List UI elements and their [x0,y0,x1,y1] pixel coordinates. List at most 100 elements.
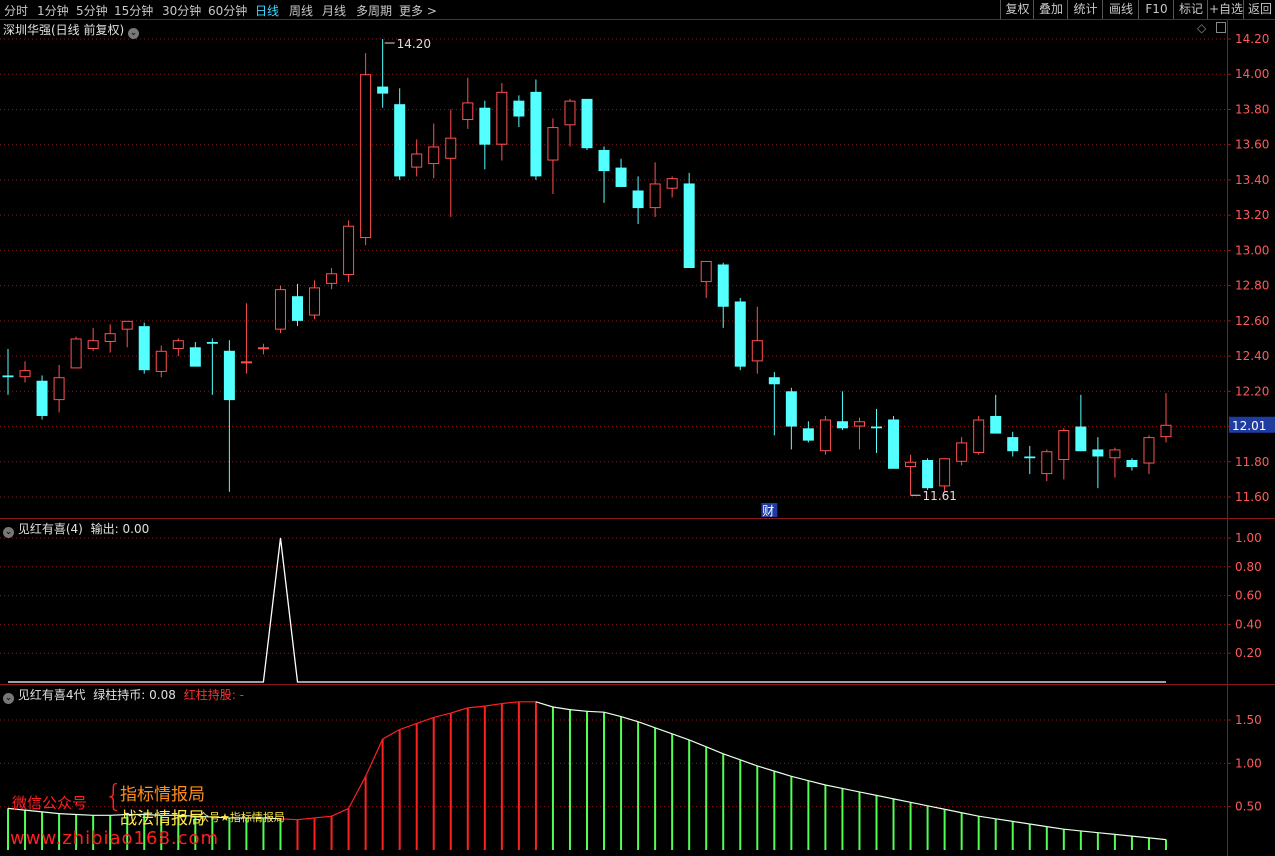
candle [734,297,746,371]
period-tab-5[interactable]: 60分钟 [208,2,247,19]
toolbar-button-2[interactable]: 统计 [1067,0,1103,19]
candle-body [888,419,900,469]
candle-body [871,426,882,429]
toolbar-button-5[interactable]: 标记 [1173,0,1208,19]
candle [462,77,474,129]
period-tab-4[interactable]: 30分钟 [162,2,201,19]
candle-body [564,100,576,126]
candle-body [411,153,423,168]
candle-body [479,107,491,145]
toolbar-button-6[interactable]: +自选 [1207,0,1244,19]
candle-body [785,391,797,427]
period-tab-7[interactable]: 周线 [289,2,313,19]
period-tab-6[interactable]: 日线 [255,2,279,19]
candle-body [360,74,372,239]
y-tick-label: 0.80 [1235,560,1262,574]
candle-body [905,461,917,468]
candle [530,79,542,180]
candle [990,394,1002,434]
candle [479,100,491,170]
toolbar-button-1[interactable]: 叠加 [1033,0,1068,19]
candle-body [1024,456,1036,459]
candle-body [70,338,82,369]
toolbar-button-4[interactable]: F10 [1138,0,1174,19]
candle-body [1143,437,1155,464]
candle-body [956,442,968,462]
candle [1126,458,1138,471]
candle-body [632,190,644,209]
candle [632,176,644,224]
y-tick-label: 1.00 [1235,531,1262,545]
ind2-line-segment [433,712,451,718]
dropdown-icon[interactable]: ⌄ [3,527,14,538]
toolbar-button-0[interactable]: 复权 [1000,0,1034,19]
candle-body [717,264,729,307]
ind2-line-segment [757,765,775,772]
ind2-line-segment [450,707,468,714]
dropdown-icon[interactable]: ⌄ [128,28,140,39]
period-tab-8[interactable]: 月线 [322,2,346,19]
period-tab-3[interactable]: 15分钟 [114,2,153,19]
y-tick-label: 13.20 [1235,208,1269,222]
diamond-icon[interactable]: ◇ [1197,21,1206,35]
candle-body [1058,430,1070,461]
event-marker: 财 [762,504,774,518]
y-tick-label: 13.60 [1235,138,1269,152]
candle [155,345,167,378]
candle-body [853,421,865,427]
candle [1109,447,1121,478]
candle-body [530,91,542,177]
ind2-line-segment [484,702,502,707]
candle [905,454,917,496]
window-icon[interactable] [1216,22,1227,33]
candle [751,306,763,374]
candle-body [206,341,218,344]
ind2-line-segment [876,794,894,800]
period-tab-2[interactable]: 5分钟 [76,2,108,19]
dropdown-icon[interactable]: ⌄ [3,693,14,704]
candle [1160,393,1172,443]
candle-body [138,326,150,371]
candle-body [836,421,848,429]
candle [360,53,372,246]
candle-body [462,102,474,121]
y-tick-label: 14.00 [1235,67,1269,81]
period-tab-0[interactable]: 分时 [4,2,28,19]
candle-body [36,380,48,416]
ind2-line-segment [399,722,417,731]
y-tick-label: 0.40 [1235,617,1262,631]
min-price-label: 11.61 [923,489,957,503]
ind2-line-segment [740,759,758,767]
ind2-line-segment [416,716,434,725]
candle-body [734,301,746,367]
candle [922,458,934,490]
candle [206,338,218,395]
y-tick-label: 12.20 [1235,384,1269,398]
candle [1143,435,1155,475]
watermark-name1: 指标情报局 [120,785,205,805]
candle [888,415,900,469]
watermark-wechat: 微信公众号 [12,794,88,812]
candle [581,98,593,150]
period-tab-10[interactable]: 更多 > [399,2,437,19]
toolbar-button-3[interactable]: 画线 [1102,0,1139,19]
ind2-line-segment [365,738,384,777]
ind2-green-label: 绿柱持币: [93,688,146,702]
period-tab-9[interactable]: 多周期 [356,2,392,19]
period-toolbar: 分时 1分钟 5分钟 15分钟 30分钟 60分钟 日线 周线 月线 多周期 更多 > 复权 叠加 统计画… [0,0,1275,20]
candle [104,324,116,353]
candle-body [121,320,133,330]
main-panel-title[interactable]: 深圳华强(日线 前复权) ⌄ [3,21,140,39]
candle [956,437,968,466]
period-tab-1[interactable]: 1分钟 [37,2,69,19]
candle-body [547,127,559,161]
toolbar-button-7[interactable]: 返回 [1243,0,1275,19]
candle [53,364,65,413]
ind2-line-segment [654,727,673,735]
candle-body [1126,460,1138,468]
candle [973,415,985,455]
ind2-line-segment [1063,828,1081,832]
y-tick-label: 14.20 [1235,32,1269,46]
candle-body [802,428,814,441]
y-tick-label: 12.40 [1235,349,1269,363]
